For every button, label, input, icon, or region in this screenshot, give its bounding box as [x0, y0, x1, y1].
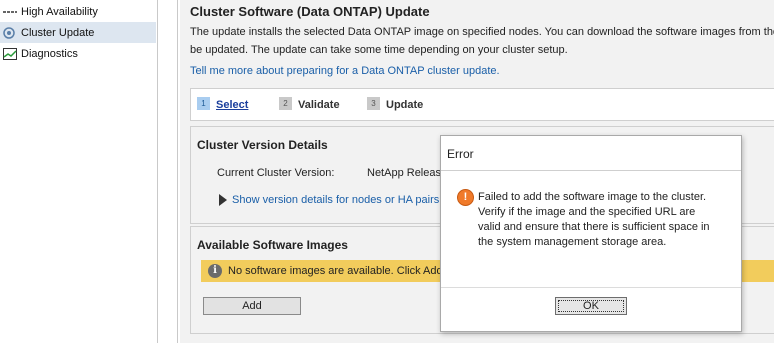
step-bar: 1 Select 2 Validate 3 Update — [190, 88, 774, 121]
sidebar-splitter[interactable] — [158, 0, 178, 343]
step-update: 3 Update — [367, 96, 423, 111]
ok-button[interactable]: OK — [555, 297, 627, 315]
page-description: The update installs the selected Data ON… — [190, 26, 774, 56]
step-select[interactable]: 1 Select — [197, 96, 248, 111]
high-availability-icon — [3, 6, 17, 18]
sidebar-item-diagnostics[interactable]: Diagnostics — [0, 43, 156, 64]
show-version-details-link[interactable]: Show version details for nodes or HA pai… — [232, 194, 439, 206]
step-label[interactable]: Select — [216, 99, 248, 111]
divider — [441, 287, 741, 288]
diagnostics-icon — [3, 47, 17, 60]
current-version-value: NetApp Release — [367, 167, 448, 179]
help-link[interactable]: Tell me more about preparing for a Data … — [190, 65, 500, 77]
step-label: Update — [386, 99, 424, 111]
step-number: 3 — [367, 97, 380, 110]
sidebar-item-label: Diagnostics — [21, 47, 78, 60]
sidebar-item-high-availability[interactable]: High Availability — [0, 1, 156, 22]
sidebar-item-label: Cluster Update — [21, 26, 95, 39]
info-message: No software images are available. Click … — [228, 265, 443, 277]
step-validate: 2 Validate — [279, 96, 340, 111]
add-button[interactable]: Add — [203, 297, 301, 315]
info-icon: i — [208, 264, 222, 278]
current-version-label: Current Cluster Version: — [217, 167, 335, 179]
step-number: 2 — [279, 97, 292, 110]
sidebar-item-cluster-update[interactable]: Cluster Update — [0, 22, 156, 43]
dialog-title: Error — [447, 147, 474, 161]
step-number: 1 — [197, 97, 210, 110]
panel-title: Cluster Version Details — [197, 138, 328, 152]
show-version-details-toggle[interactable]: Show version details for nodes or HA pai… — [219, 194, 439, 206]
error-dialog: Error ! Failed to add the software image… — [440, 135, 742, 332]
sidebar: High Availability Cluster Update Diagnos… — [0, 0, 158, 343]
error-message: Failed to add the software image to the … — [478, 191, 710, 248]
panel-title: Available Software Images — [197, 238, 348, 252]
sidebar-item-label: High Availability — [21, 5, 98, 18]
divider — [441, 170, 741, 171]
page-title: Cluster Software (Data ONTAP) Update — [190, 4, 430, 19]
expand-arrow-icon — [219, 194, 227, 206]
step-label: Validate — [298, 99, 340, 111]
cluster-update-icon — [3, 26, 17, 39]
error-icon: ! — [457, 189, 474, 206]
